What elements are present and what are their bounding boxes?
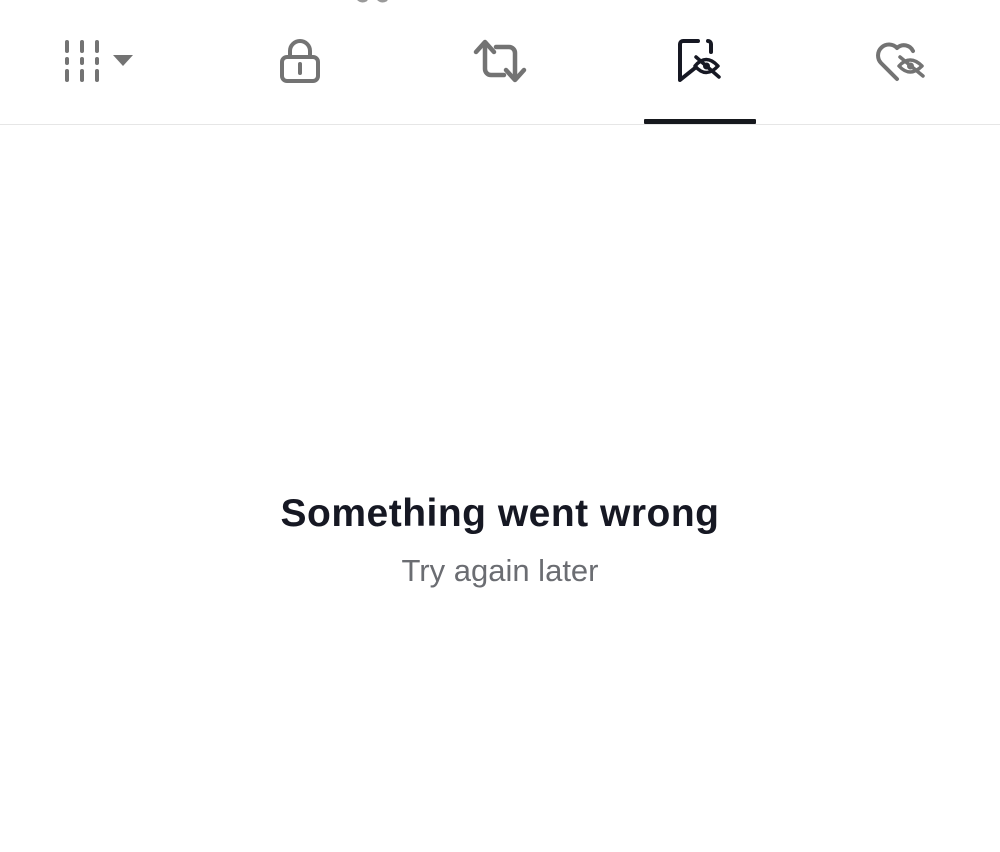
active-tab-indicator bbox=[644, 119, 756, 124]
error-state: Something went wrong Try again later bbox=[0, 488, 1000, 591]
tab-liked[interactable] bbox=[800, 0, 1000, 124]
error-subtitle: Try again later bbox=[401, 553, 599, 588]
tab-reposts[interactable] bbox=[400, 0, 600, 124]
tab-videos[interactable] bbox=[0, 0, 200, 124]
error-title: Something went wrong bbox=[280, 492, 720, 535]
repost-icon bbox=[473, 38, 527, 84]
grid-dropdown-icon bbox=[64, 39, 136, 83]
profile-tab-bar bbox=[0, 0, 1000, 125]
profile-page: Something went wrong Try again later bbox=[0, 0, 1000, 852]
tab-favorites[interactable] bbox=[600, 0, 800, 124]
heart-eye-hidden-icon bbox=[873, 38, 927, 84]
bookmark-eye-hidden-icon bbox=[676, 38, 724, 84]
lock-icon bbox=[278, 38, 322, 84]
tab-private[interactable] bbox=[200, 0, 400, 124]
